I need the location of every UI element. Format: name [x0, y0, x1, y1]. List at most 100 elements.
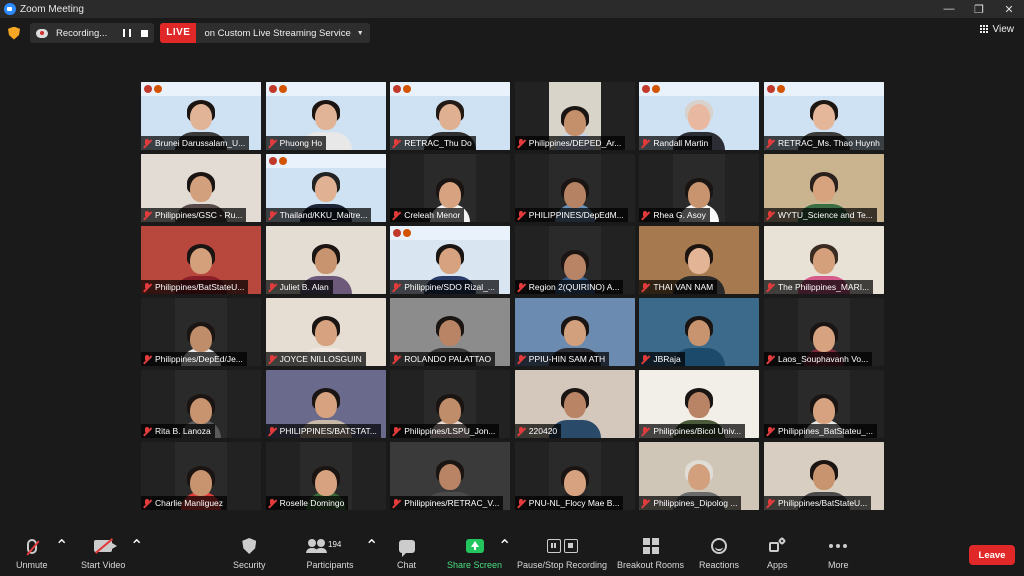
participant-tile[interactable]: Philippines/RETRAC_V...: [390, 442, 511, 511]
participant-tile[interactable]: Brunei Darussalam_U...: [141, 82, 261, 150]
apps-button[interactable]: Apps: [767, 536, 788, 570]
participant-name: Philippines/GSC - Ru...: [155, 210, 243, 221]
participant-tile[interactable]: Philippines_Dipolog ...: [639, 442, 760, 511]
participant-tile[interactable]: Philippines/BatStateU...: [141, 226, 261, 295]
participant-tile[interactable]: Philippines/BatStateU...: [763, 442, 884, 511]
minimize-icon[interactable]: —: [934, 0, 964, 18]
participant-tile[interactable]: Randall Martin: [639, 82, 760, 150]
close-icon[interactable]: ✕: [994, 0, 1024, 18]
participant-tile[interactable]: The Philippines_MARI...: [763, 226, 884, 295]
participant-tile[interactable]: Philippines_BatStateu_...: [763, 370, 884, 439]
grid-view-icon: [979, 25, 989, 34]
participant-tile[interactable]: JBRaja: [639, 298, 760, 367]
virtual-background-banner: [265, 154, 386, 169]
participant-tile[interactable]: Thailand/KKU_Maitre...: [265, 154, 386, 223]
participant-tile[interactable]: RETRAC_Thu Do: [390, 82, 511, 150]
muted-mic-icon: [392, 138, 400, 148]
breakout-rooms-grid-icon: [642, 538, 659, 554]
participant-name: Charlie Manliguez: [155, 498, 224, 509]
video-options-chevron-icon[interactable]: ⌃: [130, 536, 143, 556]
participant-tile[interactable]: Charlie Manliguez: [141, 442, 261, 511]
participant-tile[interactable]: Philippine/SDO Rizal_...: [390, 226, 511, 295]
participant-tile[interactable]: Roselle Domingo: [265, 442, 386, 511]
muted-mic-icon: [143, 426, 151, 436]
participant-name: Randall Martin: [653, 138, 709, 148]
live-stream-indicator[interactable]: LIVE on Custom Live Streaming Service ▼: [160, 23, 370, 43]
restore-icon[interactable]: ❐: [964, 0, 994, 18]
participant-tile[interactable]: 220420: [514, 370, 635, 439]
participant-tile[interactable]: Philippines/GSC - Ru...: [141, 154, 261, 223]
participant-tile[interactable]: ROLANDO PALATTAO: [390, 298, 511, 367]
share-screen-button[interactable]: Share Screen: [447, 536, 502, 570]
participant-tile[interactable]: Juliet B. Alan: [265, 226, 386, 295]
zoom-logo-icon: [4, 3, 16, 15]
participant-name-bar: PHILIPPINES/DepEdM...: [514, 208, 628, 223]
meeting-toolbar: Unmute ⌃ Start Video ⌃ Security 194 Part…: [0, 532, 1024, 576]
window-title: Zoom Meeting: [20, 3, 84, 15]
participant-tile[interactable]: Laos_Souphavanh Vo...: [763, 298, 884, 367]
security-button[interactable]: Security: [233, 536, 266, 570]
more-button[interactable]: More: [828, 536, 849, 570]
participant-name-bar: Philippines_BatStateu_...: [763, 424, 877, 439]
stop-recording-icon[interactable]: [141, 29, 149, 37]
recording-indicator: Recording...: [30, 23, 155, 43]
virtual-background-banner: [390, 82, 511, 96]
muted-mic-icon: [268, 282, 276, 292]
participant-tile[interactable]: PPIU-HIN SAM ATH: [514, 298, 635, 367]
audio-options-chevron-icon[interactable]: ⌃: [55, 536, 68, 556]
muted-mic-icon: [517, 498, 525, 508]
muted-mic-icon: [143, 354, 151, 364]
participant-tile[interactable]: Philippines/DepEd/Je...: [141, 298, 261, 367]
participant-tile[interactable]: WYTU_Science and Te...: [763, 154, 884, 223]
stop-icon: [563, 539, 578, 553]
participant-name: The Philippines_MARI...: [777, 282, 870, 293]
window-controls: — ❐ ✕: [934, 0, 1024, 18]
participant-tile[interactable]: Philippines/DEPED_Ar...: [514, 82, 635, 150]
apps-label: Apps: [767, 560, 788, 570]
virtual-background-banner: [639, 82, 760, 96]
chat-button[interactable]: Chat: [397, 536, 416, 570]
participant-tile[interactable]: PNU-NL_Flocy Mae B...: [514, 442, 635, 511]
participants-options-chevron-icon[interactable]: ⌃: [365, 536, 378, 556]
participant-name-bar: JBRaja: [639, 352, 685, 367]
participant-name-bar: PNU-NL_Flocy Mae B...: [514, 496, 624, 511]
muted-mic-icon: [517, 282, 525, 292]
participant-name: Rita B. Lanoza: [155, 426, 211, 437]
breakout-rooms-button[interactable]: Breakout Rooms: [617, 536, 684, 570]
muted-mic-icon: [766, 138, 774, 148]
participant-name-bar: Rhea G. Asoy: [639, 208, 710, 223]
start-video-button[interactable]: Start Video: [81, 536, 125, 570]
participant-tile[interactable]: Creleah Menor: [390, 154, 511, 223]
participant-tile[interactable]: THAI VAN NAM: [639, 226, 760, 295]
pause-recording-icon[interactable]: [123, 29, 132, 37]
encryption-shield-icon[interactable]: [8, 26, 20, 40]
muted-mic-icon: [268, 498, 276, 508]
pause-stop-recording-button[interactable]: Pause/Stop Recording: [517, 536, 607, 570]
participant-tile[interactable]: Rhea G. Asoy: [639, 154, 760, 223]
participant-tile[interactable]: Philippines/Bicol Univ...: [639, 370, 760, 439]
participant-tile[interactable]: Region 2(QUIRINO) A...: [514, 226, 635, 295]
share-options-chevron-icon[interactable]: ⌃: [498, 536, 511, 556]
participant-tile[interactable]: JOYCE NILLOSGUIN: [265, 298, 386, 367]
participant-tile[interactable]: PHILIPPINES/BATSTAT...: [265, 370, 386, 439]
participants-button[interactable]: 194 Participants: [306, 536, 354, 570]
breakout-rooms-label: Breakout Rooms: [617, 560, 685, 570]
participant-name: Juliet B. Alan: [279, 282, 329, 293]
participant-tile[interactable]: Philippines/LSPU_Jon...: [390, 370, 511, 439]
participant-name-bar: Philippines/DepEd/Je...: [141, 352, 247, 367]
reactions-button[interactable]: Reactions: [699, 536, 739, 570]
leave-button[interactable]: Leave: [969, 545, 1015, 565]
muted-mic-icon: [392, 426, 400, 436]
muted-mic-icon: [268, 210, 276, 220]
participant-name: Brunei Darussalam_U...: [155, 138, 246, 148]
participant-name-bar: Philippines_Dipolog ...: [639, 496, 742, 511]
participant-tile[interactable]: PHILIPPINES/DepEdM...: [514, 154, 635, 223]
unmute-button[interactable]: Unmute: [16, 536, 48, 570]
participant-tile[interactable]: RETRAC_Ms. Thao Huynh: [763, 82, 884, 150]
view-button[interactable]: View: [979, 24, 1015, 35]
participant-tile[interactable]: Rita B. Lanoza: [141, 370, 261, 439]
participant-name: Philippines_Dipolog ...: [653, 498, 738, 509]
participant-tile[interactable]: Phuong Ho: [265, 82, 386, 150]
view-label: View: [992, 24, 1015, 35]
participant-name: ROLANDO PALATTAO: [404, 354, 492, 365]
